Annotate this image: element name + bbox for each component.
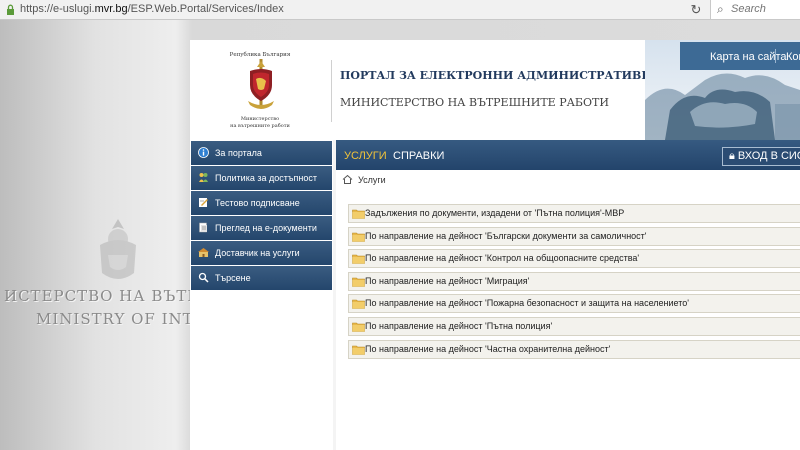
sidebar-item-label: Преглед на е-документи: [215, 223, 317, 233]
sidebar-item-label: Тестово подписване: [215, 198, 300, 208]
info-icon: [198, 147, 209, 158]
login-button[interactable]: 🔒︎ ВХОД В СИСТЕ: [722, 147, 800, 166]
services-panel: Задължения по документи, издадени от 'Пъ…: [336, 190, 800, 450]
header-divider: [331, 60, 332, 122]
folder-icon: [352, 322, 365, 332]
sidebar-item-search[interactable]: Търсене: [191, 266, 332, 290]
service-folder-label: По направление на дейност 'Миграция': [365, 275, 530, 286]
main-nav: УСЛУГИ СПРАВКИ 🔒︎ ВХОД В СИСТЕ: [336, 140, 800, 170]
site-header: Република България Министерство на вътре…: [190, 40, 800, 140]
service-folder-label: Задължения по документи, издадени от 'Пъ…: [365, 208, 625, 218]
service-folder-row[interactable]: По направление на дейност 'Частна охрани…: [348, 339, 800, 359]
folder-icon: [352, 277, 365, 287]
coat-of-arms-relief-icon: [100, 219, 136, 279]
sidebar-item-service-provider[interactable]: Доставчик на услуги: [191, 241, 332, 265]
breadcrumb: Услуги: [336, 170, 800, 191]
ministry-emblem-icon: [248, 59, 274, 109]
service-folder-label: По направление на дейност 'Частна охрани…: [365, 343, 611, 354]
folder-icon: [352, 300, 365, 310]
ministry-logo[interactable]: Република България Министерство на вътре…: [190, 40, 330, 140]
sidebar-item-test-signing[interactable]: Тестово подписване: [191, 191, 332, 215]
browser-search-box[interactable]: ⌕: [710, 0, 800, 19]
services-list: Задължения по документи, издадени от 'Пъ…: [348, 204, 800, 362]
browser-search-input[interactable]: [731, 2, 797, 16]
service-folder-label: По направление на дейност 'Пътна полиция…: [365, 320, 553, 331]
service-folder-row[interactable]: По направление на дейност 'Миграция': [348, 271, 800, 291]
service-folder-row[interactable]: По направление на дейност 'Пътна полиция…: [348, 316, 800, 336]
service-folder-row[interactable]: По направление на дейност 'Български док…: [348, 226, 800, 246]
sidebar-item-label: Политика за достъпност: [215, 173, 317, 183]
folder-icon: [352, 209, 365, 219]
url-domain: mvr.bg: [94, 3, 128, 15]
contacts-link[interactable]: Конт: [786, 51, 800, 63]
login-button-label: ВХОД В СИСТЕ: [737, 150, 800, 162]
tab-services[interactable]: УСЛУГИ: [344, 150, 387, 162]
service-folder-row[interactable]: Задължения по документи, издадени от 'Пъ…: [348, 204, 800, 223]
document-icon: [199, 222, 207, 233]
sidebar-item-about[interactable]: За портала: [191, 141, 332, 165]
browser-address-bar: https://e-uslugi.mvr.bg/ESP.Web.Portal/S…: [0, 0, 800, 20]
magnifier-icon: ⌕: [717, 2, 724, 16]
tab-inquiries[interactable]: СПРАВКИ: [393, 150, 444, 162]
top-link-separator: [775, 49, 776, 63]
sidebar-item-accessibility[interactable]: Политика за достъпност: [191, 166, 332, 190]
sidebar: За портала Политика за достъпност Тестов…: [190, 140, 333, 450]
url-field[interactable]: https://e-uslugi.mvr.bg/ESP.Web.Portal/S…: [20, 3, 284, 15]
reload-icon[interactable]: ↻: [688, 2, 704, 18]
provider-icon: [198, 248, 209, 257]
portal-page: Република България Министерство на вътре…: [190, 40, 800, 450]
accessibility-icon: [199, 173, 208, 182]
home-icon[interactable]: [342, 174, 353, 185]
logo-ministry-line2: на вътрешните работи: [230, 123, 290, 129]
breadcrumb-current: Услуги: [358, 175, 386, 185]
sidebar-item-label: Доставчик на услуги: [215, 248, 300, 258]
lock-small-icon: 🔒︎: [729, 150, 735, 162]
signature-icon: [199, 198, 208, 207]
service-folder-label: По направление на дейност 'Български док…: [365, 230, 647, 241]
sidebar-item-label: Търсене: [215, 273, 251, 283]
logo-ministry-line1: Министерство: [240, 116, 280, 122]
lock-icon: [7, 4, 14, 15]
sidebar-item-e-documents[interactable]: Преглед на е-документи: [191, 216, 332, 240]
folder-icon: [352, 254, 365, 264]
logo-country-text: Република България: [229, 52, 291, 58]
top-links-bar: Карта на сайта Конт: [680, 42, 800, 70]
service-folder-label: По направление на дейност 'Контрол на об…: [365, 253, 640, 264]
search-icon: [198, 272, 209, 283]
sidebar-item-label: За портала: [215, 148, 262, 158]
sidebar-menu: За портала Политика за достъпност Тестов…: [191, 141, 332, 291]
service-folder-row[interactable]: По направление на дейност 'Пожарна безоп…: [348, 294, 800, 314]
service-folder-row[interactable]: По направление на дейност 'Контрол на об…: [348, 249, 800, 269]
service-folder-label: По направление на дейност 'Пожарна безоп…: [365, 298, 689, 309]
logo-ministry-text: Министерство на вътрешните работи: [190, 116, 330, 130]
folder-icon: [352, 345, 365, 355]
ministry-title: МИНИСТЕРСТВО НА ВЪТРЕШНИТЕ РАБОТИ: [340, 96, 609, 109]
folder-icon: [352, 232, 365, 242]
